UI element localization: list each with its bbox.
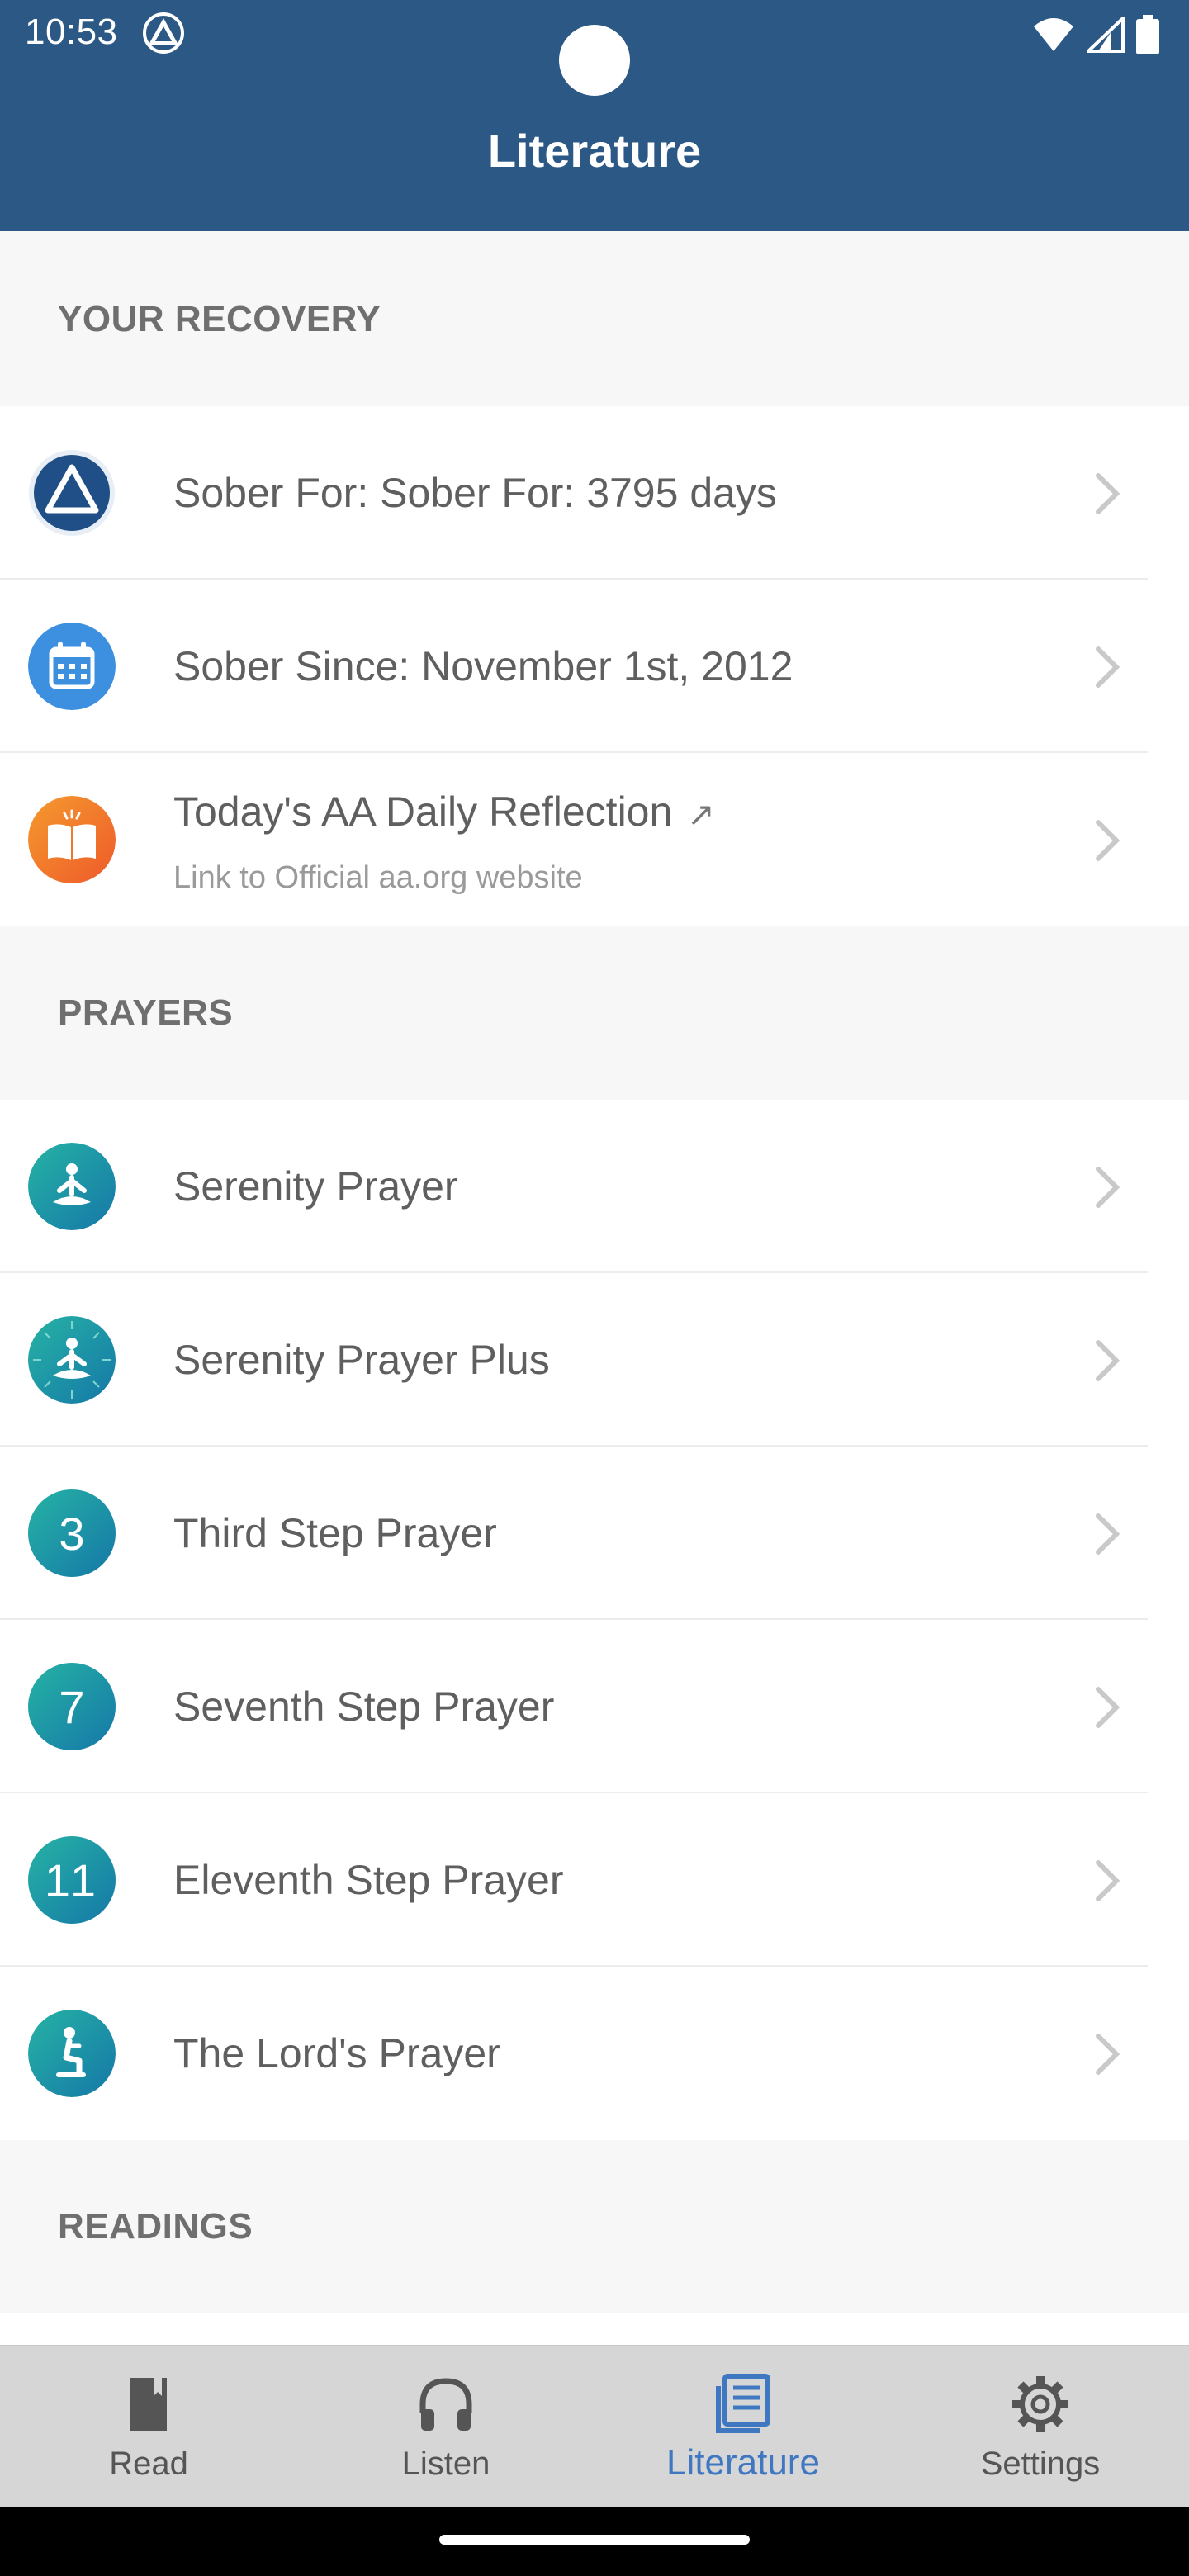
- item-label: Sober For: Sober For: 3795 days: [173, 470, 777, 516]
- headphones-icon: [419, 2378, 472, 2431]
- app-bar: 10:53 Literature: [0, 0, 1189, 231]
- literature-icon: [716, 2374, 770, 2433]
- aa-triangle-icon: [29, 450, 115, 536]
- status-icons: [1032, 15, 1159, 54]
- item-label: Serenity Prayer: [173, 1163, 458, 1210]
- list-item-serenity-prayer-plus[interactable]: Serenity Prayer Plus: [0, 1273, 1189, 1447]
- chevron-right-icon: [1096, 1687, 1120, 1728]
- chevron-right-icon: [1096, 1167, 1120, 1208]
- nav-label: Read: [109, 2446, 188, 2482]
- step-number-icon: 7: [28, 1663, 116, 1750]
- signal-icon: [1087, 17, 1125, 53]
- item-sublabel: Link to Official aa.org website: [173, 860, 583, 895]
- list-item-lords-prayer[interactable]: The Lord's Prayer: [0, 1967, 1189, 2140]
- step-number: 11: [44, 1854, 100, 1906]
- page-title: Literature: [487, 125, 702, 177]
- list-item-serenity-prayer[interactable]: Serenity Prayer: [0, 1100, 1189, 1273]
- calendar-icon: [28, 623, 116, 710]
- step-number: 7: [59, 1680, 85, 1733]
- list-item-partial: [0, 2313, 1189, 2345]
- chevron-right-icon: [1096, 2034, 1120, 2075]
- chevron-right-icon: [1096, 1513, 1120, 1555]
- list-item-seventh-step-prayer[interactable]: 7 Seventh Step Prayer: [0, 1620, 1189, 1793]
- chevron-right-icon: [1096, 473, 1120, 514]
- kneeling-prayer-icon: [28, 2010, 116, 2097]
- step-number-icon: 3: [28, 1489, 116, 1577]
- item-label: Seventh Step Prayer: [173, 1683, 555, 1730]
- section-header-prayers: PRAYERS: [0, 926, 1189, 1100]
- external-link-icon: ↗: [687, 797, 715, 833]
- nav-listen[interactable]: Listen: [297, 2346, 594, 2508]
- section-title: READINGS: [58, 2206, 253, 2247]
- item-label: Third Step Prayer: [173, 1510, 497, 1556]
- step-number-icon: 11: [28, 1836, 116, 1924]
- home-indicator[interactable]: [439, 2535, 750, 2545]
- aa-status-icon: [143, 12, 184, 54]
- item-label: Serenity Prayer Plus: [173, 1337, 550, 1383]
- battery-icon: [1136, 15, 1159, 54]
- list-item-sober-since[interactable]: Sober Since: November 1st, 2012: [0, 580, 1189, 753]
- section-title: PRAYERS: [58, 992, 234, 1033]
- section-header-readings: READINGS: [0, 2140, 1189, 2313]
- chevron-right-icon: [1096, 820, 1120, 861]
- list-item-third-step-prayer[interactable]: 3 Third Step Prayer: [0, 1447, 1189, 1620]
- item-label: Eleventh Step Prayer: [173, 1857, 564, 1903]
- gear-icon: [1012, 2376, 1068, 2432]
- wifi-icon: [1034, 18, 1073, 51]
- list-item-daily-reflection[interactable]: Today's AA Daily Reflection ↗ Link to Off…: [0, 753, 1189, 926]
- chevron-right-icon: [1096, 1860, 1120, 1901]
- section-header-recovery: YOUR RECOVERY: [0, 233, 1189, 406]
- list-item-eleventh-step-prayer[interactable]: 11 Eleventh Step Prayer: [0, 1793, 1189, 1967]
- section-title: YOUR RECOVERY: [58, 299, 381, 339]
- item-label: Sober Since: November 1st, 2012: [173, 643, 793, 689]
- bottom-navigation: Read Listen Literature Settings: [0, 2345, 1189, 2507]
- nav-read[interactable]: Read: [0, 2346, 297, 2508]
- book-icon: [130, 2378, 167, 2431]
- item-label: The Lord's Prayer: [173, 2030, 500, 2076]
- chevron-right-icon: [1096, 646, 1120, 688]
- nav-label: Literature: [666, 2442, 820, 2483]
- item-label: Today's AA Daily Reflection ↗: [173, 788, 715, 836]
- list-item-sober-for[interactable]: Sober For: Sober For: 3795 days: [0, 406, 1189, 580]
- step-number: 3: [59, 1507, 85, 1560]
- item-title: Today's AA Daily Reflection: [173, 788, 673, 835]
- open-book-icon: [28, 796, 116, 883]
- nav-literature[interactable]: Literature: [594, 2346, 892, 2508]
- nav-label: Listen: [401, 2446, 490, 2482]
- gesture-bar: [0, 2507, 1189, 2576]
- nav-settings[interactable]: Settings: [892, 2346, 1189, 2508]
- camera-cutout: [559, 25, 630, 96]
- chevron-right-icon: [1096, 1340, 1120, 1381]
- meditation-rays-icon: [28, 1316, 116, 1404]
- meditation-icon: [28, 1143, 116, 1230]
- nav-label: Settings: [980, 2446, 1101, 2482]
- status-time: 10:53: [25, 12, 118, 52]
